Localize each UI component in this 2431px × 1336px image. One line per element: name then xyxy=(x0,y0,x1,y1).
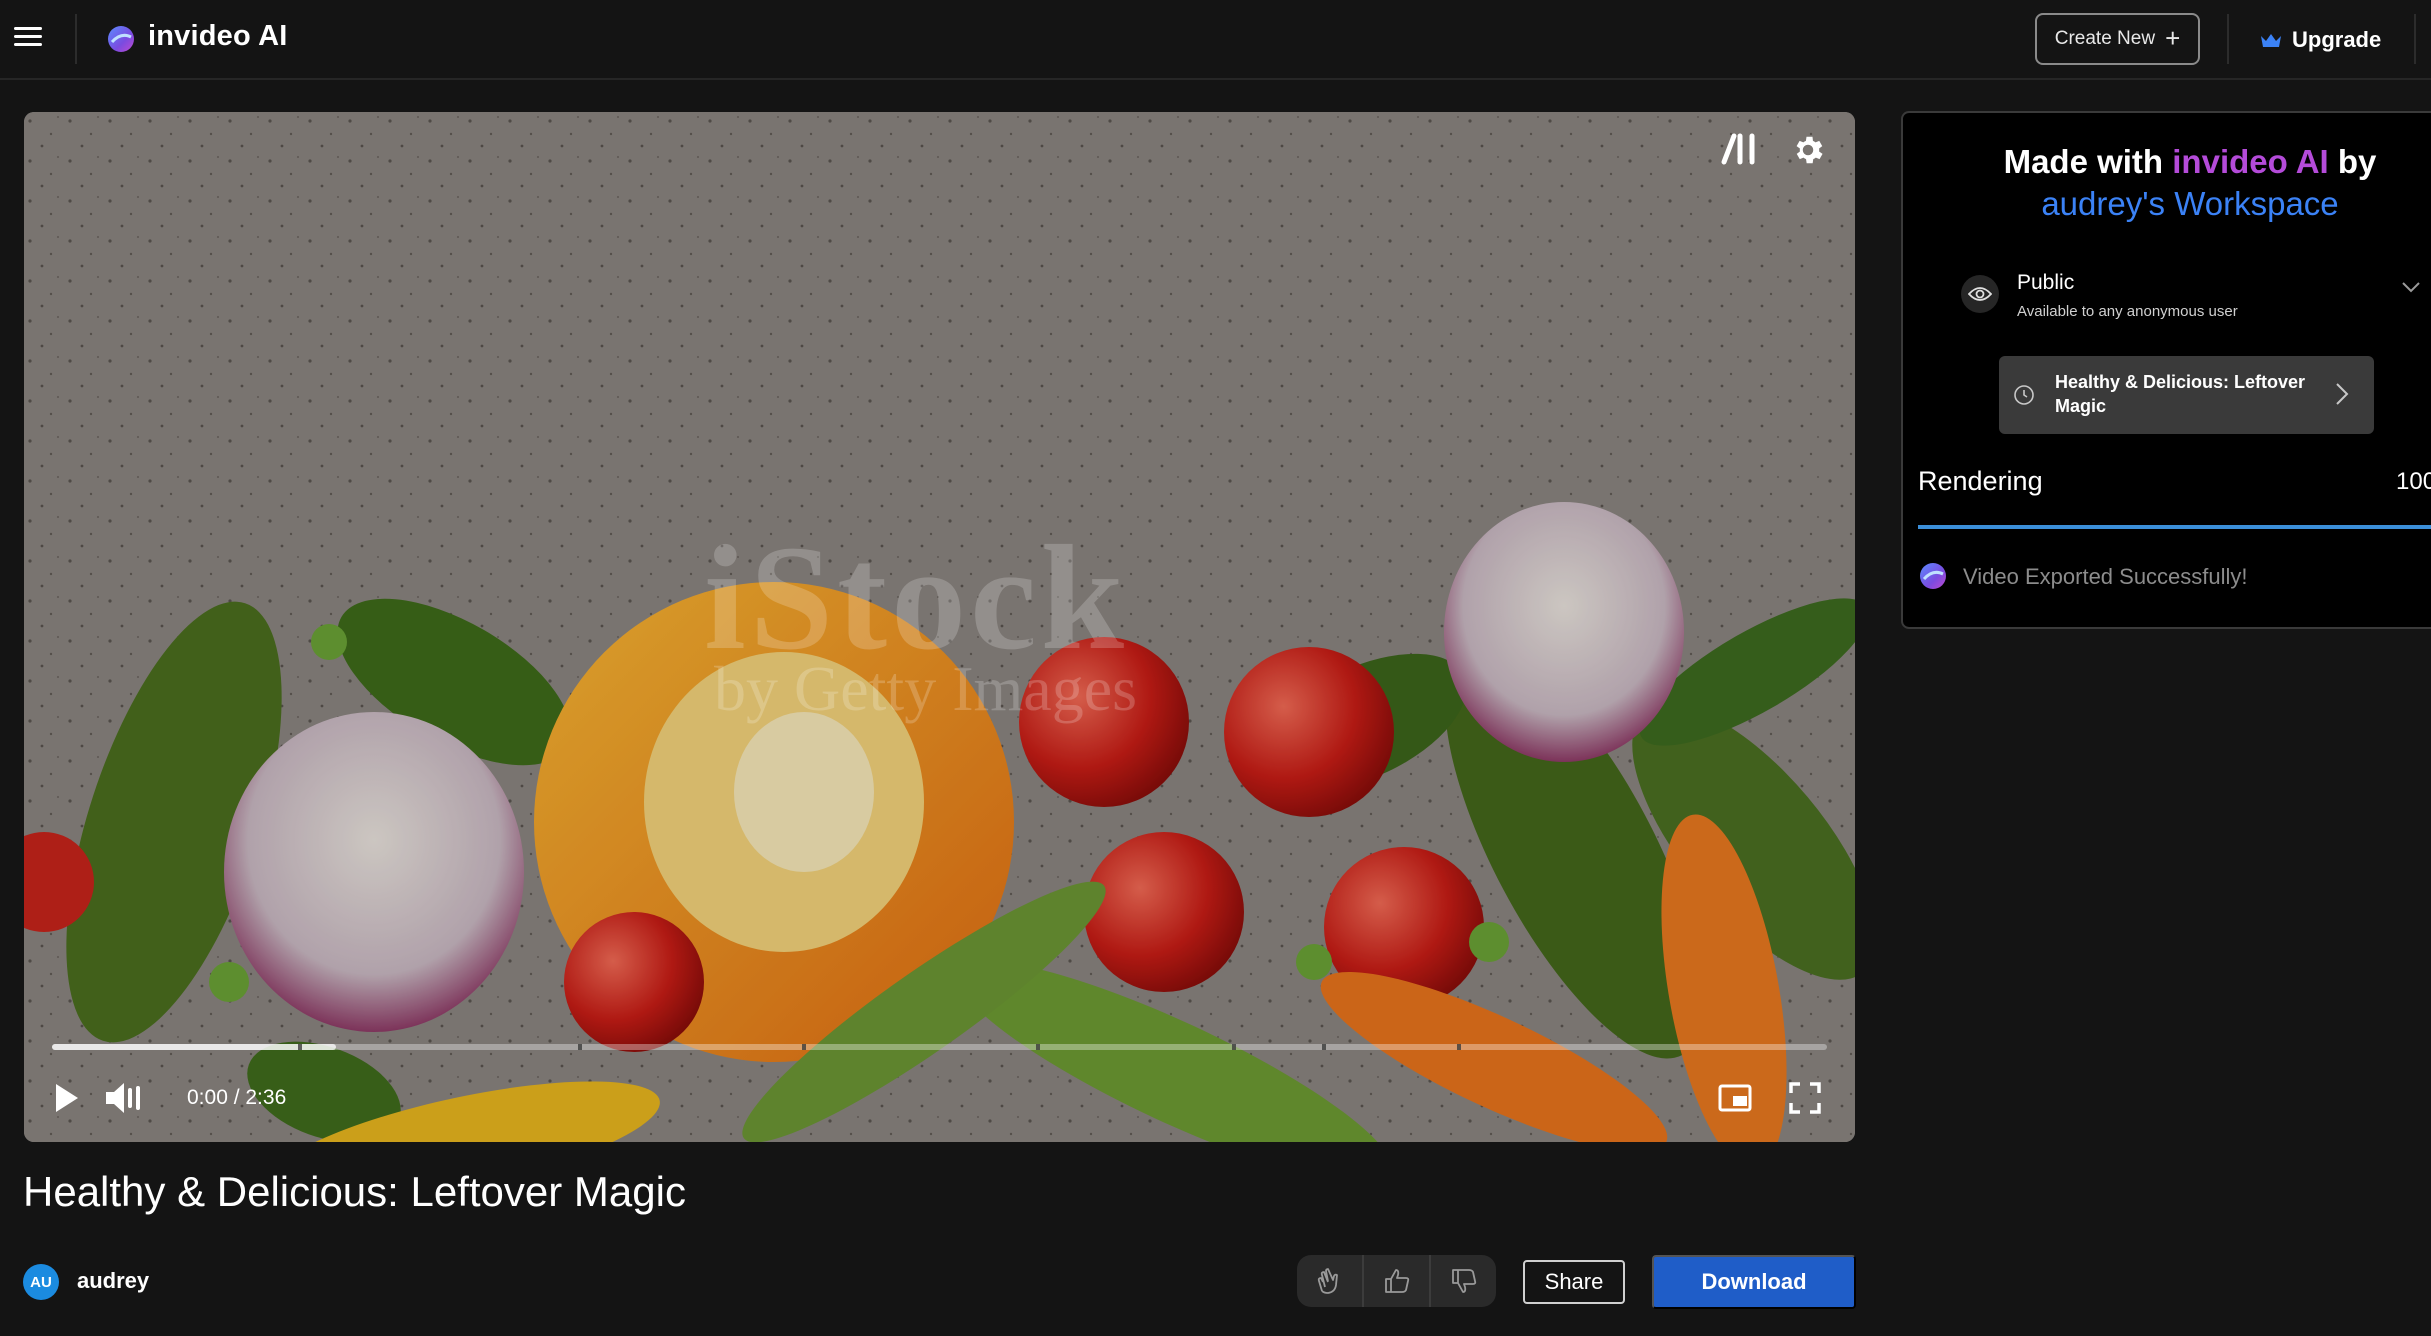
chapter-marker xyxy=(1036,1044,1040,1050)
visibility-title: Public xyxy=(2017,271,2075,294)
plus-icon: + xyxy=(2165,23,2181,53)
upgrade-label: Upgrade xyxy=(2292,27,2382,52)
app-name[interactable]: invideo AI xyxy=(148,20,288,53)
chapter-marker xyxy=(298,1044,302,1050)
rendering-percent: 100 xyxy=(2396,468,2431,495)
clock-icon xyxy=(2014,385,2034,405)
create-new-label: Create New xyxy=(2054,28,2156,49)
thumbs-up-button[interactable] xyxy=(1362,1255,1429,1307)
create-new-button[interactable]: Create New + xyxy=(2035,13,2200,65)
header-divider xyxy=(2414,14,2416,64)
eye-icon xyxy=(1961,275,1999,313)
header-divider xyxy=(75,14,77,64)
made-with-prefix: Made with xyxy=(2003,143,2173,180)
clap-icon xyxy=(1317,1268,1338,1294)
invideo-logo-icon xyxy=(1920,563,1946,589)
top-bar: invideo AI Create New + Upgrade xyxy=(0,0,2431,80)
brand-mark-icon[interactable] xyxy=(1720,132,1760,166)
video-title: Healthy & Delicious: Leftover Magic xyxy=(23,1168,686,1215)
thumbs-up-icon xyxy=(1384,1269,1409,1293)
export-status-message: Video Exported Successfully! xyxy=(1963,564,2248,589)
chevron-down-icon xyxy=(2402,282,2420,293)
rendering-label: Rendering xyxy=(1918,466,2043,496)
thumbs-down-icon xyxy=(1451,1269,1476,1293)
chapter-marker xyxy=(578,1044,582,1050)
header-divider xyxy=(2227,14,2229,64)
download-button[interactable]: Download xyxy=(1652,1255,1856,1309)
clap-button[interactable] xyxy=(1297,1255,1362,1307)
crown-icon xyxy=(2261,34,2281,47)
project-link[interactable]: Healthy & Delicious: Leftover Magic xyxy=(1999,356,2374,434)
chapter-marker xyxy=(802,1044,806,1050)
rendering-progress-fill xyxy=(1918,525,2431,529)
rendering-progress-bar xyxy=(1918,525,2431,529)
time-display: 0:00 / 2:36 xyxy=(187,1086,287,1109)
play-icon[interactable] xyxy=(52,1082,82,1114)
chapter-marker xyxy=(1457,1044,1461,1050)
visibility-dropdown[interactable]: Public Available to any anonymous user xyxy=(1961,261,2431,331)
made-with-heading: Made with invideo AI by audrey's Workspa… xyxy=(1903,141,2431,225)
reactions-group xyxy=(1297,1255,1496,1307)
chapter-marker xyxy=(1232,1044,1236,1050)
video-progress-bar[interactable] xyxy=(52,1044,1827,1050)
chapter-marker xyxy=(1322,1044,1326,1050)
upgrade-button[interactable]: Upgrade xyxy=(2260,20,2381,60)
workspace-name[interactable]: audrey's Workspace xyxy=(2041,185,2338,222)
thumbs-down-button[interactable] xyxy=(1429,1255,1496,1307)
hamburger-icon[interactable] xyxy=(14,22,44,52)
share-button[interactable]: Share xyxy=(1523,1260,1625,1304)
watermark-sub: by Getty Images xyxy=(714,653,1137,724)
made-with-brand: invideo AI xyxy=(2172,143,2329,180)
export-panel: Made with invideo AI by audrey's Workspa… xyxy=(1901,111,2431,629)
invideo-logo-icon[interactable] xyxy=(106,24,136,54)
visibility-subtitle: Available to any anonymous user xyxy=(2017,303,2238,320)
project-name: Healthy & Delicious: Leftover Magic xyxy=(2055,372,2306,416)
gear-icon[interactable] xyxy=(1790,132,1826,168)
fullscreen-icon[interactable] xyxy=(1789,1082,1821,1114)
made-with-by: by xyxy=(2328,143,2377,180)
picture-in-picture-icon[interactable] xyxy=(1718,1084,1752,1112)
volume-icon[interactable] xyxy=(104,1080,148,1116)
chevron-right-icon xyxy=(2336,383,2349,405)
avatar[interactable]: AU xyxy=(23,1264,59,1300)
video-player[interactable]: iStock by Getty Images 0:00 / 2:36 xyxy=(24,112,1855,1142)
author-name[interactable]: audrey xyxy=(77,1268,149,1294)
progress-buffered xyxy=(52,1044,336,1050)
